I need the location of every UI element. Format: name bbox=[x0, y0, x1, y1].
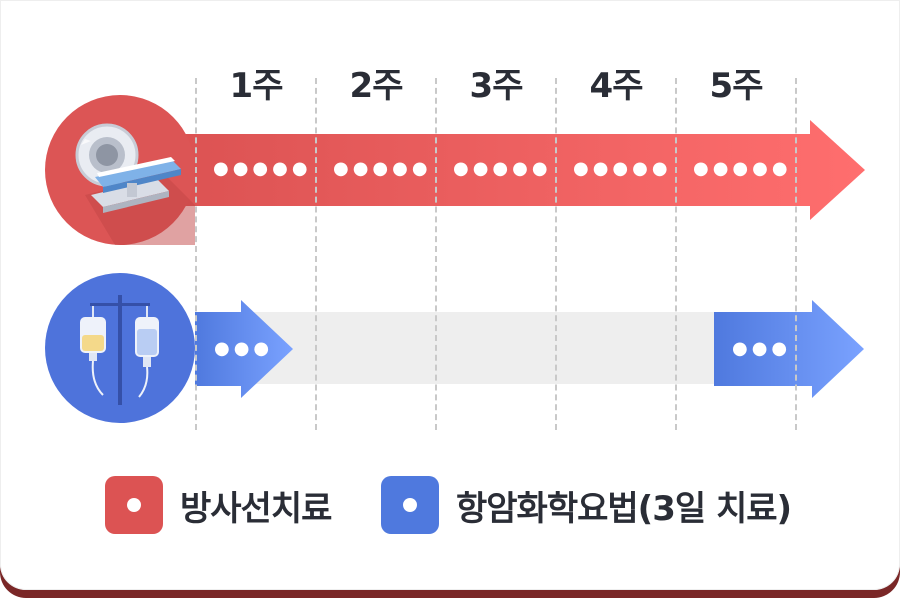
week-divider bbox=[315, 78, 317, 430]
mri-scanner-icon bbox=[75, 123, 195, 245]
radiation-sessions-week2: ●●●●● bbox=[333, 158, 432, 179]
week-label-4: 4주 bbox=[589, 66, 644, 106]
week-label-1: 1주 bbox=[229, 66, 284, 106]
legend-radiation-label: 방사선치료 bbox=[180, 489, 332, 529]
week-divider bbox=[675, 78, 677, 430]
week-divider bbox=[555, 78, 557, 430]
week-divider bbox=[795, 78, 797, 430]
chemo-sessions-week5: ●●● bbox=[732, 338, 792, 359]
iv-drip-icon bbox=[80, 295, 159, 405]
week-label-3: 3주 bbox=[469, 66, 524, 106]
chemo-icon-circle bbox=[45, 273, 195, 423]
radiation-icon-circle bbox=[45, 95, 195, 245]
week-label-2: 2주 bbox=[349, 66, 404, 106]
week-divider bbox=[195, 78, 197, 430]
radiation-sessions-week5: ●●●●● bbox=[693, 158, 792, 179]
legend-chemo-label: 항암화학요법(3일 치료) bbox=[456, 489, 792, 529]
legend-radiation-swatch bbox=[105, 476, 163, 534]
schedule-card: 1주 2주 3주 4주 5주 ●●●●● ●●●●● ●●●●● ●●●●● ●… bbox=[0, 0, 900, 590]
radiation-sessions-week4: ●●●●● bbox=[573, 158, 672, 179]
radiation-sessions-week1: ●●●●● bbox=[213, 158, 312, 179]
week-divider bbox=[435, 78, 437, 430]
week-label-5: 5주 bbox=[709, 66, 764, 106]
legend-chemo-swatch bbox=[381, 476, 439, 534]
chemo-sessions-week1: ●●● bbox=[214, 338, 274, 359]
radiation-sessions-week3: ●●●●● bbox=[453, 158, 552, 179]
